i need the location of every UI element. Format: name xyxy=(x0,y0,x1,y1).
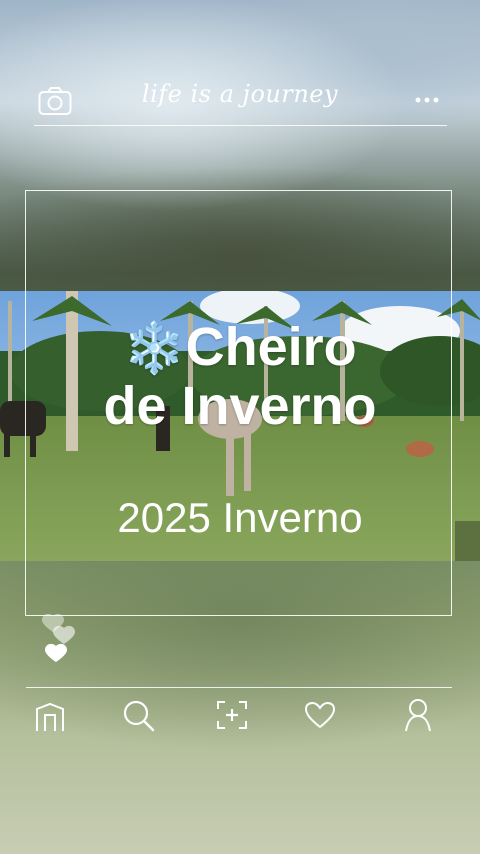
app-tagline: life is a journey xyxy=(141,80,339,108)
camera-icon[interactable] xyxy=(38,86,72,120)
title-line-2: de Inverno xyxy=(103,376,377,436)
card-subtitle: 2025 Inverno xyxy=(117,494,363,541)
floating-hearts-icon xyxy=(38,610,80,670)
snowflake-icon: ❄️ xyxy=(123,320,186,376)
add-photo-icon[interactable] xyxy=(216,700,248,734)
header-divider xyxy=(34,125,447,126)
more-dots-icon[interactable] xyxy=(414,92,442,112)
profile-icon[interactable] xyxy=(402,698,434,736)
search-icon[interactable] xyxy=(122,699,156,737)
title-line-1: ❄️Cheiro xyxy=(0,318,480,377)
bottom-nav xyxy=(0,695,480,739)
heart-icon[interactable] xyxy=(304,701,336,733)
card-title: ❄️Cheiro de Inverno xyxy=(0,318,480,435)
home-icon[interactable] xyxy=(34,701,66,737)
nav-divider xyxy=(26,687,452,688)
title-line-1-text: Cheiro xyxy=(185,317,357,377)
